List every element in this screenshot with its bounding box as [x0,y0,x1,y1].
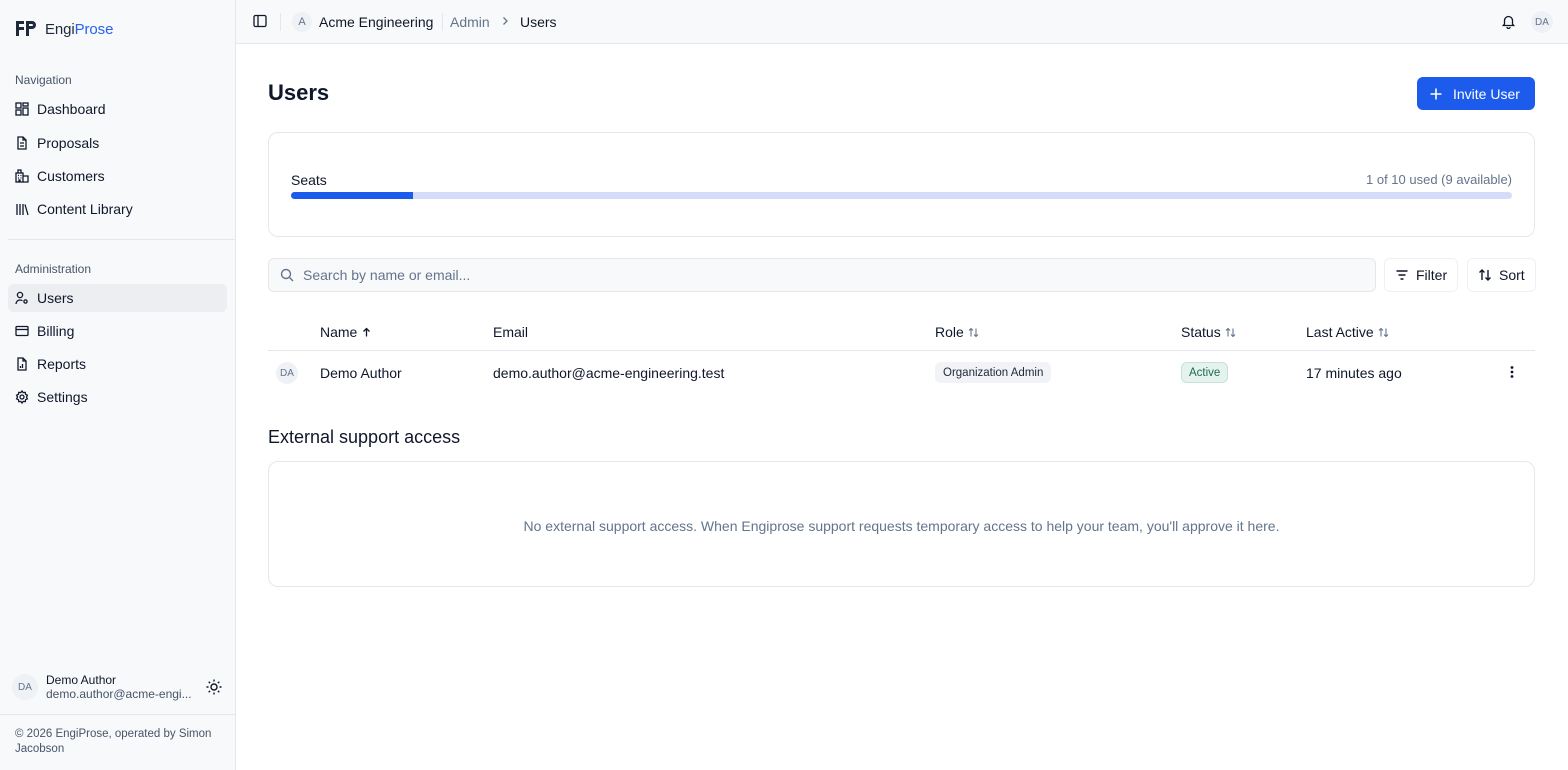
sidebar-item-label: Users [37,290,74,306]
arrow-up-icon [363,327,371,336]
sidebar-item-label: Settings [37,389,88,405]
sidebar-item-label: Dashboard [37,101,106,117]
sidebar-item-customers[interactable]: Customers [8,162,227,190]
page-title: Users [268,80,330,105]
chevron-right-icon [503,17,508,25]
user-email-cell: demo.author@acme-engineering.test [493,365,725,381]
sidebar-item-label: Billing [37,323,75,339]
sidebar-item-label: Reports [37,356,87,372]
column-header-email: Email [493,324,529,340]
column-header-role[interactable]: Role [935,324,979,340]
breadcrumb-admin[interactable]: Admin [450,14,490,30]
search-icon [280,268,294,282]
sidebar-item-dashboard[interactable]: Dashboard [8,95,227,123]
sidebar-item-proposals[interactable]: Proposals [8,129,227,157]
copyright: © 2026 EngiProse, operated by Simon Jaco… [15,728,212,755]
user-cog-icon [15,291,28,305]
invite-user-button[interactable]: Invite User [1417,77,1535,110]
seats-usage: 1 of 10 used (9 available) [1366,172,1512,187]
dashboard-icon [15,102,29,116]
report-icon [17,357,27,371]
avatar: DA [276,362,298,384]
building-icon [15,169,29,183]
role-badge: Organization Admin [935,362,1052,383]
sort-icon [1479,269,1491,281]
column-header-last-active[interactable]: Last Active [1306,324,1389,340]
library-icon [16,204,29,216]
search-input[interactable] [303,267,1303,283]
engiprose-logo-icon [16,21,36,36]
sidebar-item-billing[interactable]: Billing [8,317,227,345]
sun-icon[interactable] [205,678,223,696]
administration-section-label: Administration [15,262,92,276]
status-badge: Active [1181,362,1229,383]
sort-label: Sort [1499,267,1525,283]
search-field[interactable] [268,258,1376,292]
invite-user-label: Invite User [1453,85,1520,102]
document-icon [17,136,27,150]
more-vertical-icon[interactable] [1504,364,1520,380]
topbar: A Acme Engineering Admin Users DA [236,0,1568,44]
sidebar-item-label: Customers [37,168,105,184]
last-active-cell: 17 minutes ago [1306,365,1402,381]
brand[interactable]: EngiProse [15,18,113,40]
navigation-section-label: Navigation [15,73,72,87]
seats-progress-fill [291,192,414,199]
filter-button[interactable]: Filter [1384,258,1459,292]
credit-card-icon [15,325,29,337]
sidebar-item-label: Proposals [37,135,100,151]
filter-label: Filter [1416,267,1448,283]
avatar: DA [12,674,38,700]
sidebar: EngiProse Navigation Dashboard Proposals… [0,0,236,770]
sidebar-item-settings[interactable]: Settings [8,383,227,411]
support-access-card: No external support access. When Engipro… [268,461,1535,587]
sidebar-item-content-library[interactable]: Content Library [8,195,227,223]
sidebar-user-profile[interactable]: DA Demo Author demo.author@acme-engi... [12,672,227,702]
sidebar-item-reports[interactable]: Reports [8,350,227,378]
seats-progress-bar [291,192,1512,199]
sort-arrows-icon [1378,327,1389,337]
seats-label: Seats [291,172,327,188]
sidebar-item-users[interactable]: Users [8,284,227,312]
support-section-title: External support access [268,427,461,447]
user-email: demo.author@acme-engi... [46,687,192,701]
filter-icon [1396,270,1408,280]
topbar-separator [280,13,281,31]
sort-arrows-icon [1225,327,1236,337]
org-switcher[interactable]: Acme Engineering [319,14,433,30]
gear-icon [15,390,29,404]
sort-button[interactable]: Sort [1467,258,1536,292]
column-header-status[interactable]: Status [1181,324,1236,340]
sidebar-toggle-icon[interactable] [253,14,267,28]
user-name-cell: Demo Author [320,365,402,381]
column-header-name[interactable]: Name [320,324,372,340]
avatar[interactable]: DA [1531,11,1553,33]
bell-icon[interactable] [1501,14,1516,29]
user-meta: Demo Author demo.author@acme-engi... [46,673,196,701]
org-avatar[interactable]: A [292,12,312,32]
user-name: Demo Author [46,673,117,687]
sort-arrows-icon [968,327,979,337]
table-header-divider [268,350,1535,351]
brand-name: EngiProse [45,20,114,38]
footer-divider [0,714,236,715]
plus-icon [1430,88,1442,99]
topbar-separator [442,13,443,31]
support-empty-text: No external support access. When Engipro… [523,518,1280,534]
seats-card: Seats 1 of 10 used (9 available) [268,132,1535,237]
breadcrumb-users: Users [520,14,557,30]
sidebar-item-label: Content Library [37,201,133,217]
sidebar-divider [8,239,236,240]
